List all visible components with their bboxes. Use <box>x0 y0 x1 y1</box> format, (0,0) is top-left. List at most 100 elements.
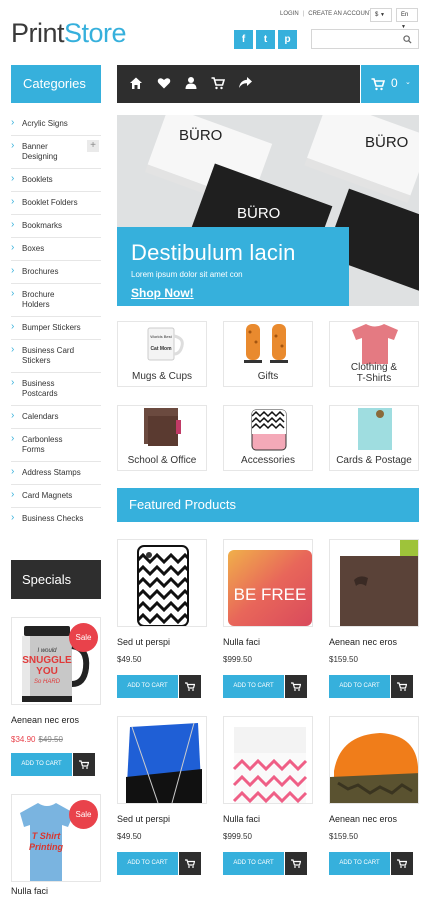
category-item[interactable]: Card Magnets <box>11 485 101 508</box>
add-to-cart-button[interactable]: ADD TO CART <box>117 852 201 875</box>
add-to-cart-button[interactable]: ADD TO CART <box>223 675 307 698</box>
twitter-button[interactable]: t <box>256 30 275 49</box>
add-to-cart-button[interactable]: ADD TO CART <box>117 675 201 698</box>
category-item[interactable]: Address Stamps <box>11 462 101 485</box>
specials-heading: Specials <box>11 560 101 599</box>
folder-image <box>340 540 418 626</box>
svg-text:Worlds Best: Worlds Best <box>150 334 172 339</box>
add-to-cart-button[interactable]: ADD TO CART <box>329 852 413 875</box>
product-name[interactable]: Sed ut perspi <box>117 637 170 647</box>
search-icon[interactable] <box>403 35 412 44</box>
hero-banner[interactable]: BÜRO BÜRO BÜRO Destibulum lacin Lorem ip… <box>117 115 419 306</box>
category-tile-school-office[interactable]: School & Office <box>117 405 207 471</box>
special-product-name[interactable]: Nulla faci <box>11 886 48 896</box>
product-image[interactable]: BE FREE <box>223 539 313 627</box>
product-image[interactable] <box>223 716 313 804</box>
card-image <box>358 408 392 450</box>
card-brand-text: BÜRO <box>365 133 408 151</box>
shop-now-link[interactable]: Shop Now! <box>131 286 349 300</box>
category-item[interactable]: Business Card Stickers <box>11 340 101 373</box>
cart-icon-button[interactable] <box>73 753 95 776</box>
heart-icon[interactable] <box>157 76 171 90</box>
logo-text-print: Print <box>11 18 65 48</box>
category-item[interactable]: Brochure Holders <box>11 284 101 317</box>
cart-icon-button[interactable] <box>179 675 201 698</box>
add-to-cart-button[interactable]: ADD TO CART <box>11 753 95 776</box>
categories-heading: Categories <box>11 65 101 103</box>
currency-dropdown[interactable]: $ ▼ <box>370 8 392 22</box>
category-item[interactable]: Brochures <box>11 261 101 284</box>
cart-summary-button[interactable]: 0 ⌄ <box>361 65 419 103</box>
drawstring-bag-image <box>126 722 202 803</box>
home-icon[interactable] <box>129 76 143 90</box>
category-tile-cards-postage[interactable]: Cards & Postage <box>329 405 419 471</box>
add-to-cart-button[interactable]: ADD TO CART <box>329 675 413 698</box>
product-image[interactable] <box>329 539 419 627</box>
category-tile-accessories[interactable]: Accessories <box>223 405 313 471</box>
product-image[interactable] <box>329 716 419 804</box>
special-product-name[interactable]: Aenean nec eros <box>11 715 79 725</box>
facebook-button[interactable]: f <box>234 30 253 49</box>
link-separator: | <box>302 11 305 17</box>
category-item[interactable]: Business Checks <box>11 508 101 530</box>
account-links: LOGIN | CREATE AN ACCOUNT <box>280 11 373 17</box>
expand-plus-icon[interactable]: + <box>87 140 99 152</box>
category-tile-mugs[interactable]: Worlds Best Cat Mom Mugs & Cups <box>117 321 207 387</box>
product-name[interactable]: Aenean nec eros <box>329 637 397 647</box>
category-item[interactable]: Carbonless Forms <box>11 429 101 462</box>
product-name[interactable]: Aenean nec eros <box>329 814 397 824</box>
pinterest-button[interactable]: p <box>278 30 297 49</box>
create-account-link[interactable]: CREATE AN ACCOUNT <box>308 11 373 17</box>
special-product-image[interactable]: T Shirt Printing Sale <box>11 794 101 882</box>
cart-count: 0 <box>391 76 398 90</box>
cart-icon-button[interactable] <box>391 852 413 875</box>
add-to-cart-label: ADD TO CART <box>329 675 390 698</box>
add-to-cart-label: ADD TO CART <box>117 675 178 698</box>
category-tile-clothing[interactable]: Clothing & T-Shirts <box>329 321 419 387</box>
category-tile-gifts[interactable]: Gifts <box>223 321 313 387</box>
cart-icon[interactable] <box>211 76 225 90</box>
cart-icon-button[interactable] <box>391 675 413 698</box>
featured-products-heading: Featured Products <box>117 488 419 522</box>
product-name[interactable]: Nulla faci <box>223 814 260 824</box>
category-item[interactable]: Bumper Stickers <box>11 317 101 340</box>
category-item[interactable]: Bookmarks <box>11 215 101 238</box>
category-list: Acrylic Signs Banner Designing+ Booklets… <box>11 113 101 530</box>
language-dropdown[interactable]: En ▼ <box>396 8 418 30</box>
product-price: $159.50 <box>329 655 358 664</box>
login-link[interactable]: LOGIN <box>280 11 299 17</box>
special-product-image[interactable]: I would SNUGGLE YOU So HARD Sale <box>11 617 101 705</box>
category-item[interactable]: Banner Designing+ <box>11 136 101 169</box>
category-item[interactable]: Booklets <box>11 169 101 192</box>
category-item[interactable]: Booklet Folders <box>11 192 101 215</box>
category-tile-label: Clothing & T-Shirts <box>350 362 398 384</box>
product-image[interactable] <box>117 716 207 804</box>
share-icon[interactable] <box>238 76 253 90</box>
banner-title: Destibulum lacin <box>131 240 296 265</box>
cart-icon-button[interactable] <box>285 852 307 875</box>
category-item[interactable]: Boxes <box>11 238 101 261</box>
add-to-cart-button[interactable]: ADD TO CART <box>223 852 307 875</box>
category-item[interactable]: Business Postcards <box>11 373 101 406</box>
product-name[interactable]: Sed ut perspi <box>117 814 170 824</box>
skateboards-image <box>244 324 288 363</box>
product-name[interactable]: Nulla faci <box>223 637 260 647</box>
svg-text:Cat Mom: Cat Mom <box>150 346 172 352</box>
product-price: $999.50 <box>223 655 252 664</box>
cart-icon-button[interactable] <box>179 852 201 875</box>
category-item[interactable]: Acrylic Signs <box>11 113 101 136</box>
facebook-icon: f <box>241 34 246 45</box>
user-icon[interactable] <box>184 76 198 90</box>
add-to-cart-label: ADD TO CART <box>223 675 284 698</box>
product-image[interactable] <box>117 539 207 627</box>
search-input[interactable] <box>311 29 419 49</box>
cart-icon-button[interactable] <box>285 675 307 698</box>
mug-image: Worlds Best Cat Mom <box>147 327 184 361</box>
card-brand-text: BÜRO <box>237 204 280 222</box>
sale-badge: Sale <box>69 623 98 652</box>
language-value: En <box>401 12 409 18</box>
svg-text:SNUGGLE: SNUGGLE <box>22 655 72 666</box>
store-logo[interactable]: PrintStore <box>11 18 127 49</box>
category-item[interactable]: Calendars <box>11 406 101 429</box>
cart-icon <box>79 760 89 769</box>
